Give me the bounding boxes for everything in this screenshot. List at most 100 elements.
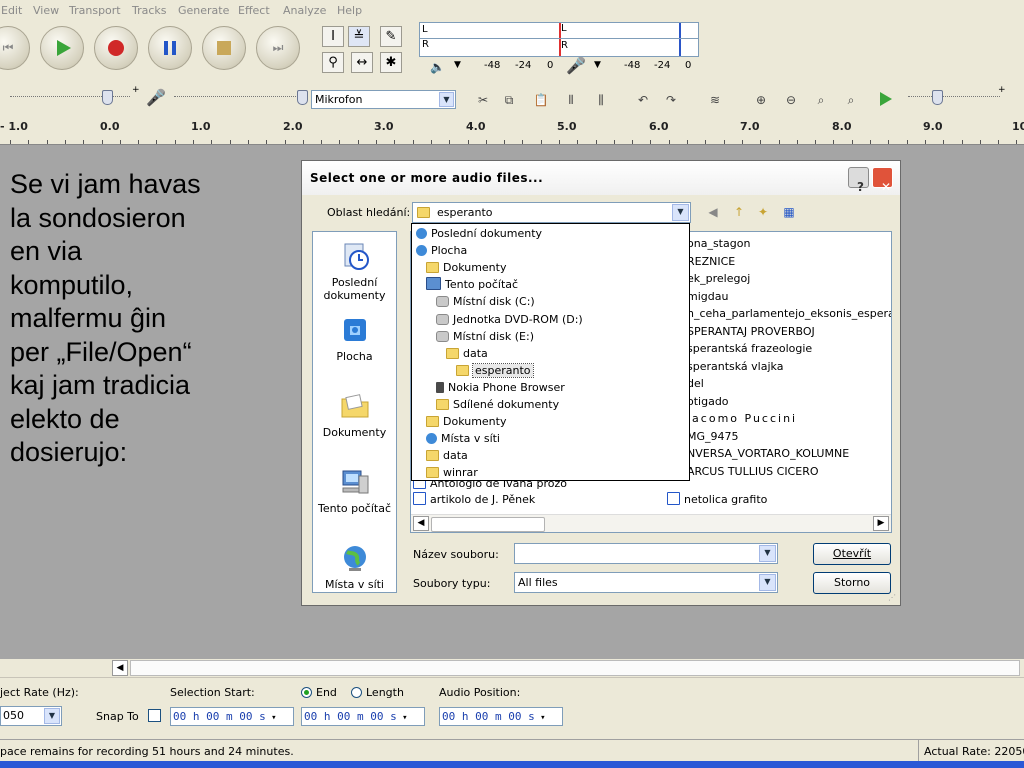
file-item[interactable]: SPERANTAJ PROVERBOJ bbox=[687, 325, 815, 338]
menu-help[interactable]: Help bbox=[337, 4, 362, 17]
menu-tracks[interactable]: Tracks bbox=[132, 4, 167, 17]
dropdown-item[interactable]: Nokia Phone Browser bbox=[436, 380, 565, 396]
input-volume-slider[interactable] bbox=[174, 96, 298, 99]
resize-grip-icon[interactable]: ⋰ bbox=[888, 593, 896, 602]
selection-tool-button[interactable]: I bbox=[322, 26, 344, 47]
menu-edit[interactable]: Edit bbox=[1, 4, 22, 17]
file-item[interactable]: ARCUS TULLIUS CICERO bbox=[687, 465, 819, 478]
slider-knob[interactable] bbox=[297, 90, 308, 105]
view-menu-icon[interactable]: ▦ bbox=[780, 203, 798, 221]
zoom-in-icon[interactable]: ⊕ bbox=[752, 91, 770, 109]
file-item[interactable]: sperantská vlajka bbox=[687, 360, 783, 373]
envelope-tool-button[interactable]: ≚ bbox=[348, 26, 370, 47]
zoom-out-icon[interactable]: ⊖ bbox=[782, 91, 800, 109]
dropdown-item[interactable]: Dokumenty bbox=[426, 414, 506, 430]
dropdown-item[interactable]: Sdílené dokumenty bbox=[436, 397, 559, 413]
file-item[interactable]: ek_prelegoj bbox=[687, 272, 750, 285]
scroll-thumb[interactable] bbox=[431, 517, 545, 532]
file-item[interactable]: MG_9475 bbox=[687, 430, 739, 443]
end-radio[interactable] bbox=[301, 687, 312, 698]
back-icon[interactable]: ◀ bbox=[704, 203, 722, 221]
draw-tool-button[interactable]: ✎ bbox=[380, 26, 402, 47]
chevron-down-icon[interactable]: ▼ bbox=[672, 204, 689, 221]
selection-end-time[interactable]: 00 h 00 m 00 s ▾ bbox=[301, 707, 425, 726]
chevron-down-icon[interactable]: ▼ bbox=[759, 545, 776, 562]
track-horizontal-scrollbar[interactable]: ◀ bbox=[0, 659, 1024, 677]
fit-project-icon[interactable]: ⌕ bbox=[842, 91, 860, 109]
record-button[interactable] bbox=[94, 26, 138, 70]
place-documents[interactable]: Dokumenty bbox=[313, 390, 396, 439]
file-item[interactable]: migdau bbox=[687, 290, 728, 303]
file-item[interactable]: NVERSA_VORTARO_KOLUMNE bbox=[687, 447, 849, 460]
file-item[interactable]: ona_stagon bbox=[687, 237, 750, 250]
play-button[interactable] bbox=[40, 26, 84, 70]
selection-start-time[interactable]: 00 h 00 m 00 s ▾ bbox=[170, 707, 294, 726]
cut-icon[interactable]: ✂ bbox=[474, 91, 492, 109]
chevron-down-icon[interactable]: ▼ bbox=[759, 574, 776, 591]
menu-view[interactable]: View bbox=[33, 4, 59, 17]
dropdown-item[interactable]: data bbox=[446, 346, 488, 362]
silence-icon[interactable]: ⫼ bbox=[592, 91, 610, 109]
pause-button[interactable] bbox=[148, 26, 192, 70]
dropdown-item[interactable]: winrar bbox=[426, 465, 478, 481]
project-rate-select[interactable]: 050 ▼ bbox=[0, 706, 62, 726]
trim-icon[interactable]: ⫴ bbox=[562, 91, 580, 109]
place-network[interactable]: Místa v síti bbox=[313, 542, 396, 591]
filetype-select[interactable]: All files ▼ bbox=[514, 572, 778, 593]
microphone-icon[interactable]: 🎤 bbox=[566, 56, 586, 75]
dropdown-item[interactable]: Poslední dokumenty bbox=[416, 226, 542, 242]
undo-icon[interactable]: ↶ bbox=[634, 91, 652, 109]
look-in-select[interactable]: esperanto ▼ bbox=[412, 202, 691, 223]
dropdown-item[interactable]: esperanto bbox=[456, 362, 534, 379]
dropdown-item[interactable]: Místa v síti bbox=[426, 431, 500, 447]
scroll-left-icon[interactable]: ◀ bbox=[413, 516, 429, 531]
help-button[interactable]: ? bbox=[848, 167, 869, 194]
stop-button[interactable] bbox=[202, 26, 246, 70]
paste-icon[interactable]: 📋 bbox=[532, 91, 550, 109]
up-folder-icon[interactable]: ↑ bbox=[730, 203, 748, 221]
file-item[interactable]: sperantská frazeologie bbox=[687, 342, 812, 355]
file-item[interactable]: artikolo de J. Pěnek bbox=[413, 492, 535, 506]
file-item[interactable]: otigado bbox=[687, 395, 729, 408]
multi-tool-button[interactable]: ✱ bbox=[380, 52, 402, 73]
slider-knob[interactable] bbox=[102, 90, 113, 105]
length-radio[interactable] bbox=[351, 687, 362, 698]
menu-effect[interactable]: Effect bbox=[238, 4, 270, 17]
dropdown-item[interactable]: Jednotka DVD-ROM (D:) bbox=[436, 312, 583, 328]
horizontal-scrollbar[interactable]: ◀ ▶ bbox=[411, 514, 891, 532]
dropdown-item[interactable]: Tento počítač bbox=[426, 277, 518, 293]
filename-input[interactable]: ▼ bbox=[514, 543, 778, 564]
skip-start-button[interactable]: ⏮ bbox=[0, 26, 30, 70]
dropdown-item[interactable]: Dokumenty bbox=[426, 260, 506, 276]
chevron-down-icon[interactable]: ▼ bbox=[44, 708, 60, 724]
menu-transport[interactable]: Transport bbox=[69, 4, 121, 17]
timeline-ruler[interactable]: - 1.0 0.0 1.0 2.0 3.0 4.0 5.0 6.0 7.0 8.… bbox=[0, 114, 1024, 145]
close-button[interactable]: ✕ bbox=[872, 167, 893, 194]
cancel-button[interactable]: Storno bbox=[813, 572, 891, 594]
place-recent[interactable]: Poslední dokumenty bbox=[313, 240, 396, 302]
place-desktop[interactable]: Plocha bbox=[313, 314, 396, 363]
redo-icon[interactable]: ↷ bbox=[662, 91, 680, 109]
file-item[interactable]: REZNICE bbox=[687, 255, 735, 268]
dropdown-item[interactable]: Plocha bbox=[416, 243, 467, 259]
chevron-down-icon[interactable]: ▼ bbox=[439, 92, 454, 107]
scroll-left-icon[interactable]: ◀ bbox=[112, 660, 128, 676]
scroll-thumb[interactable] bbox=[130, 660, 1020, 676]
audio-position-time[interactable]: 00 h 00 m 00 s ▾ bbox=[439, 707, 563, 726]
play-speed-slider[interactable] bbox=[908, 96, 1000, 99]
new-folder-icon[interactable]: ✦ bbox=[754, 203, 772, 221]
input-source-select[interactable]: Mikrofon ▼ bbox=[311, 90, 456, 109]
chevron-down-icon[interactable]: ▼ bbox=[454, 60, 461, 70]
fit-selection-icon[interactable]: ⌕ bbox=[812, 91, 830, 109]
copy-icon[interactable]: ⧉ bbox=[500, 91, 518, 109]
slider-knob[interactable] bbox=[932, 90, 943, 105]
place-my-computer[interactable]: Tento počítač bbox=[313, 466, 396, 515]
play-at-speed-icon[interactable] bbox=[880, 92, 892, 106]
speaker-icon[interactable]: 🔈 bbox=[430, 60, 445, 74]
chevron-down-icon[interactable]: ▼ bbox=[594, 60, 601, 70]
dropdown-item[interactable]: Místní disk (C:) bbox=[436, 294, 535, 310]
zoom-tool-button[interactable]: ⚲ bbox=[322, 52, 344, 73]
dropdown-item[interactable]: data bbox=[426, 448, 468, 464]
file-item[interactable]: n_ceha_parlamentejo_eksonis_esperar bbox=[687, 307, 891, 320]
dropdown-item[interactable]: Místní disk (E:) bbox=[436, 329, 534, 345]
